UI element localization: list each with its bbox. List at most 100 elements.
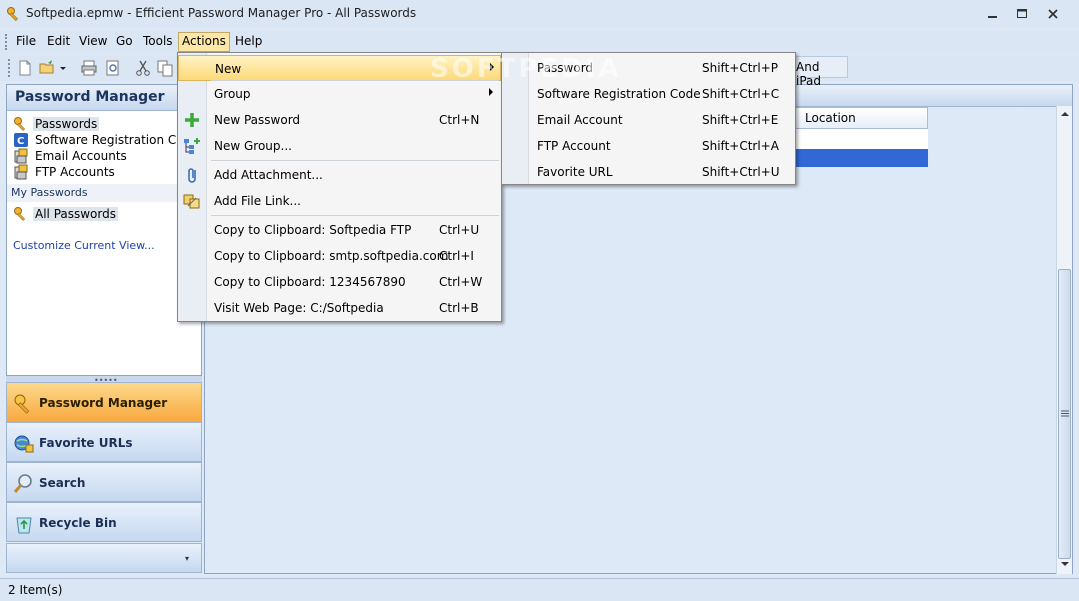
menu-item-label: Favorite URL [537,165,613,179]
copy-icon[interactable] [156,59,174,77]
customize-view-link[interactable]: Customize Current View... [13,239,155,252]
nav-label: Favorite URLs [39,436,133,450]
window-title: Softpedia.epmw - Efficient Password Mana… [26,6,417,20]
key-icon [14,394,30,414]
menu-item-label: Copy to Clipboard: smtp.softpedia.com [214,249,449,263]
tree-item-label: All Passwords [33,207,118,221]
minimize-button[interactable] [980,4,1006,24]
menu-item-add-attachment[interactable]: Add Attachment... [178,162,501,188]
menu-item-label: New Group... [214,139,292,153]
menu-item-label: Group [214,87,251,101]
menu-edit[interactable]: Edit [43,32,74,52]
nav-label: Password Manager [39,396,168,410]
nav-configure-button[interactable]: ▾ [6,543,202,573]
menu-item-new-group[interactable]: New Group... [178,133,501,159]
menu-view[interactable]: View [75,32,111,52]
tree-item-label: Software Registration Code [35,133,199,147]
email-icon [14,148,28,164]
menu-separator [211,160,499,161]
menu-go[interactable]: Go [112,32,137,52]
menu-item-label: Add File Link... [214,194,301,208]
minimize-icon [988,16,997,18]
scroll-down-icon[interactable] [1060,560,1070,568]
group-header-my-passwords: My Passwords [7,184,201,202]
tab-ipad[interactable]: And iPad [790,56,848,88]
globe-lock-icon [14,435,34,453]
tree-item-label: Email Accounts [35,149,127,163]
menu-item-copy-number[interactable]: Copy to Clipboard: 1234567890 Ctrl+W [178,269,501,295]
menu-item-add-file-link[interactable]: Add File Link... [178,188,501,214]
status-text: 2 Item(s) [8,583,63,597]
menu-item-label: New [215,62,242,76]
ftp-icon [14,164,28,180]
table-row-selected[interactable] [794,149,928,167]
maximize-icon [1017,9,1027,18]
menu-actions[interactable]: Actions [178,32,230,52]
recycle-bin-icon [16,517,32,534]
submenu-item-ftp-account[interactable]: FTP Account Shift+Ctrl+A [502,132,795,158]
menu-item-label: Copy to Clipboard: Softpedia FTP [214,223,412,237]
print-icon[interactable] [80,59,98,77]
svg-text:C: C [17,136,24,147]
maximize-button[interactable] [1009,4,1035,24]
nav-search[interactable]: Search [6,462,202,502]
key-icon [7,7,19,22]
close-button[interactable] [1040,4,1066,24]
menu-item-shortcut: Shift+Ctrl+P [702,61,778,75]
menu-item-label: Software Registration Code [537,87,701,101]
nav-recycle-bin[interactable]: Recycle Bin [6,502,202,542]
submenu-item-email-account[interactable]: Email Account Shift+Ctrl+E [502,106,795,132]
menu-item-shortcut: Shift+Ctrl+A [702,139,779,153]
menu-item-copy-ftp[interactable]: Copy to Clipboard: Softpedia FTP Ctrl+U [178,217,501,243]
grip-icon [1061,410,1069,417]
menu-file[interactable]: File [12,32,40,52]
tree-item-label: Passwords [33,117,100,131]
menu-item-label: Email Account [537,113,623,127]
menu-item-shortcut: Ctrl+U [439,223,480,237]
menu-grip [5,34,8,50]
magnifier-icon [13,474,32,493]
title-bar: Softpedia.epmw - Efficient Password Mana… [0,0,1079,28]
tree-item-label: FTP Accounts [35,165,115,179]
status-bar: 2 Item(s) [0,578,1079,601]
menu-item-shortcut: Ctrl+W [439,275,483,289]
menu-item-new-password[interactable]: New Password Ctrl+N [178,107,501,133]
file-link-icon [183,194,200,209]
scrollbar-thumb[interactable] [1058,269,1071,559]
new-file-icon[interactable] [16,59,34,77]
menu-item-label: FTP Account [537,139,611,153]
plus-icon [185,113,199,127]
menu-separator [211,215,499,216]
menu-item-label: Visit Web Page: C:/Softpedia [214,301,384,315]
column-header-location[interactable]: Location [794,107,928,129]
menu-item-shortcut: Ctrl+N [439,113,480,127]
submenu-arrow-icon [489,88,493,96]
menu-help[interactable]: Help [231,32,266,52]
nav-favorite-urls[interactable]: Favorite URLs [6,422,202,462]
submenu-item-favorite-url[interactable]: Favorite URL Shift+Ctrl+U [502,158,795,184]
close-icon [1048,9,1058,19]
menu-item-visit-web-page[interactable]: Visit Web Page: C:/Softpedia Ctrl+B [178,295,501,321]
menu-item-copy-smtp[interactable]: Copy to Clipboard: smtp.softpedia.com Ct… [178,243,501,269]
open-folder-icon[interactable] [38,59,56,77]
nav-label: Recycle Bin [39,516,117,530]
vertical-scrollbar[interactable] [1056,106,1072,574]
chevron-down-icon[interactable] [58,59,68,77]
menu-item-shortcut: Shift+Ctrl+C [702,87,780,101]
new-group-icon [184,138,200,154]
scroll-up-icon[interactable] [1060,110,1070,118]
chevron-down-icon: ▾ [185,554,190,563]
menu-item-label: Copy to Clipboard: 1234567890 [214,275,406,289]
menu-item-shortcut: Shift+Ctrl+U [702,165,780,179]
table-row[interactable] [794,129,928,149]
nav-password-manager[interactable]: Password Manager [6,382,202,422]
menu-bar: File Edit View Go Tools Actions Help [0,30,1079,54]
actions-menu: New Group New Password Ctrl+N New Group.… [177,52,502,322]
watermark: SOFTPEDIA [430,54,622,84]
menu-tools[interactable]: Tools [139,32,177,52]
toolbar-grip [8,59,11,77]
menu-item-group[interactable]: Group [178,81,501,107]
print-preview-icon[interactable] [104,59,122,77]
menu-item-label: Add Attachment... [214,168,323,182]
cut-icon[interactable] [134,59,152,77]
